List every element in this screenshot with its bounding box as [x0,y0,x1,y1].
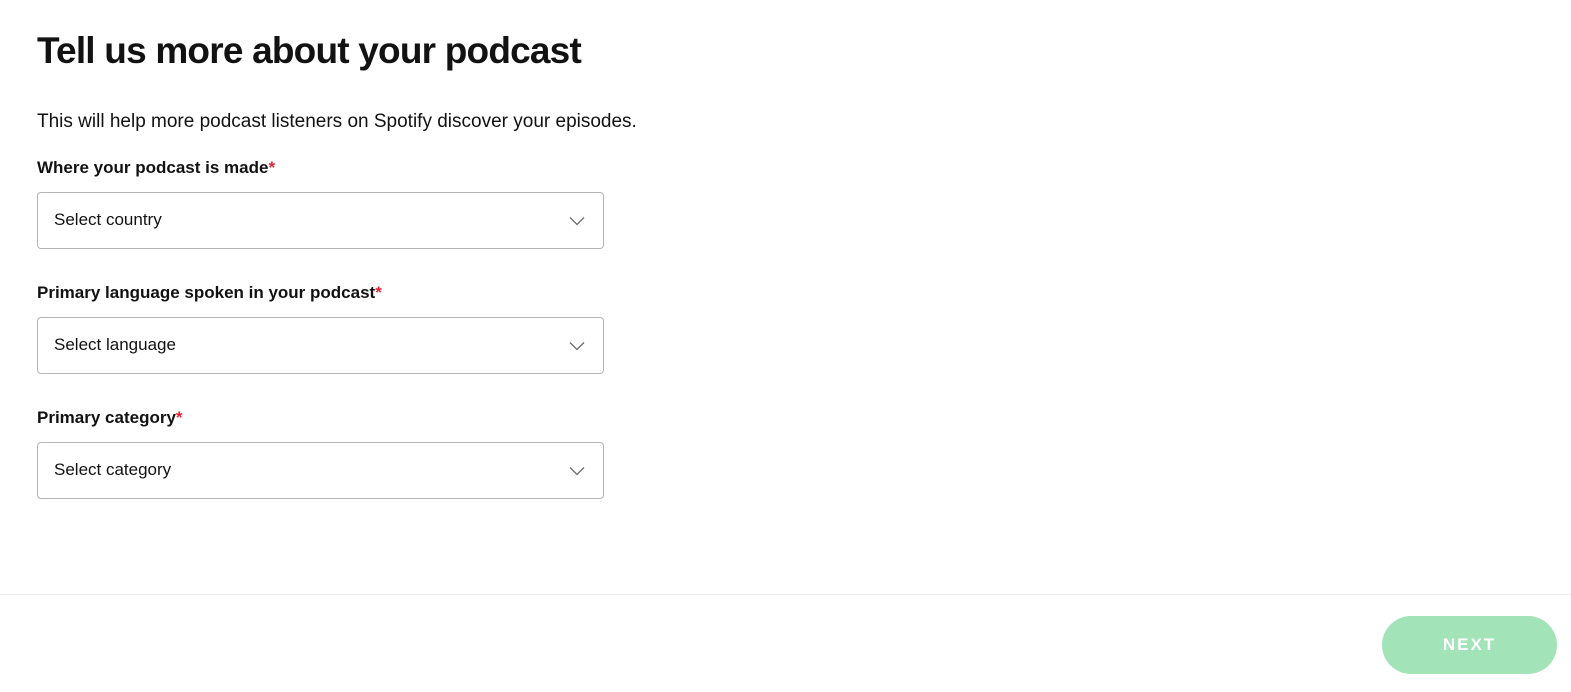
category-field-label: Primary category* [37,408,183,428]
podcast-details-page: Tell us more about your podcast This wil… [0,0,1571,692]
page-title: Tell us more about your podcast [37,30,582,71]
country-field-label: Where your podcast is made* [37,158,275,178]
country-label-text: Where your podcast is made [37,158,269,177]
next-button[interactable]: NEXT [1382,616,1557,674]
chevron-down-icon [569,342,585,351]
footer-divider [0,594,1571,595]
required-marker: * [375,283,382,302]
language-select-value: Select language [54,335,176,354]
required-marker: * [175,408,183,427]
category-select-value: Select category [54,460,172,479]
category-select[interactable]: Select category [37,442,604,499]
country-select[interactable]: Select country [37,192,604,249]
country-select-value: Select country [54,210,162,229]
chevron-down-icon [569,467,585,476]
language-label-text: Primary language spoken in your podcast [37,283,376,302]
page-subtitle: This will help more podcast listeners on… [37,111,637,132]
language-select[interactable]: Select language [37,317,604,374]
language-field-label: Primary language spoken in your podcast* [37,283,382,303]
required-marker: * [268,158,276,177]
category-label-text: Primary category [37,408,176,427]
chevron-down-icon [569,217,585,226]
